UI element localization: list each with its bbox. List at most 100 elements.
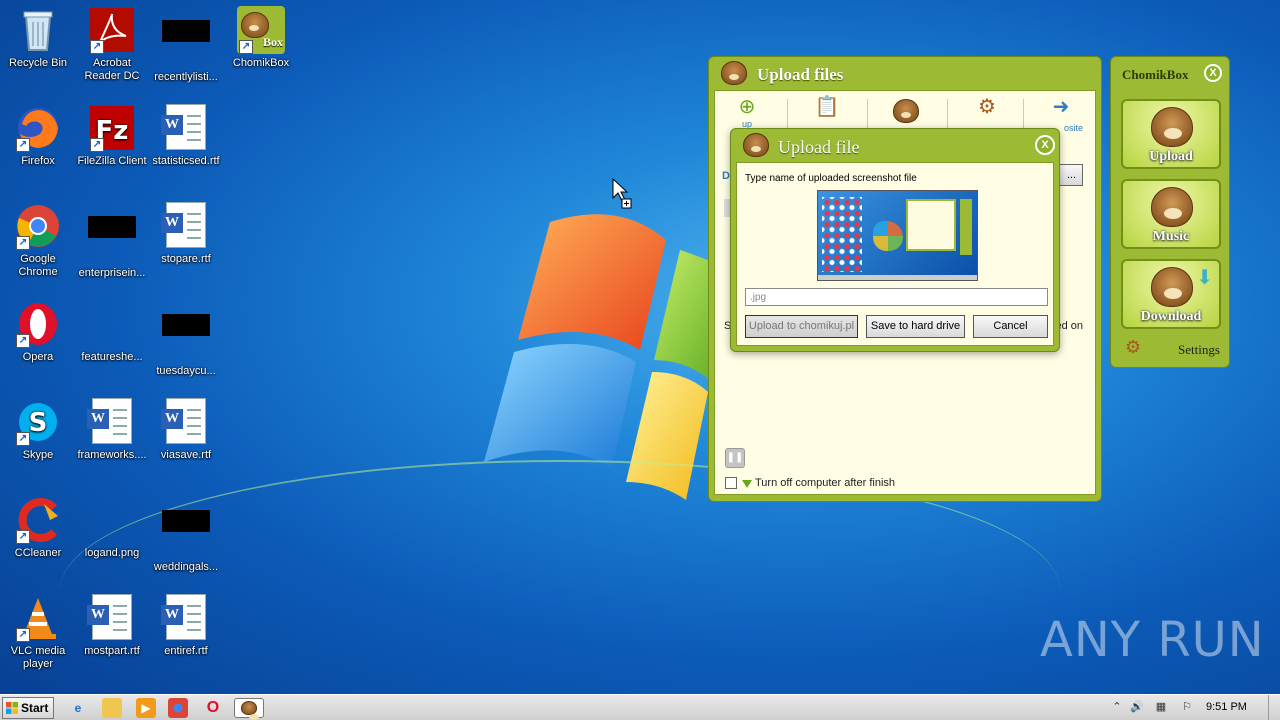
upload-to-chomikuj-button[interactable]: Upload to chomikuj.pl <box>745 315 858 338</box>
opera-icon: ↗ <box>14 300 62 348</box>
desktop-icon-acrobat[interactable]: ↗ Acrobat Reader DC <box>74 6 150 83</box>
desktop-icon-skype[interactable]: S ↗ Skype <box>0 398 76 462</box>
beaver-download-icon <box>1151 267 1193 307</box>
green-triangle-icon <box>742 480 752 488</box>
internet-explorer-icon[interactable]: e <box>68 698 88 718</box>
upload-file-dialog[interactable]: Upload file X Type name of uploaded scre… <box>730 128 1060 352</box>
desktop-icon-firefox[interactable]: ↗ Firefox <box>0 104 76 168</box>
redacted-file-icon <box>162 20 210 68</box>
desktop-icon-tuesdaycu[interactable]: tuesdaycu... <box>148 300 224 378</box>
chomikbox-taskbar-button[interactable] <box>234 698 264 720</box>
desktop-icon-label: ChomikBox <box>232 57 290 69</box>
settings-gears-icon: ⚙ <box>978 96 996 118</box>
desktop-icon-label: Opera <box>22 351 54 363</box>
toolbar-separator <box>1023 99 1024 129</box>
acrobat-icon: ↗ <box>88 6 136 54</box>
desktop-icon-viasave[interactable]: W viasave.rtf <box>148 398 224 462</box>
cancel-button[interactable]: Cancel <box>973 315 1048 338</box>
pause-icon: ❚❚ <box>726 452 744 463</box>
desktop-icon-label: frameworks.... <box>77 449 147 461</box>
skype-icon: S ↗ <box>14 398 62 446</box>
desktop-icon-frameworks[interactable]: W frameworks.... <box>74 398 150 462</box>
upload-button[interactable]: Upload <box>1121 99 1221 169</box>
chrome-icon: ↗ <box>14 202 62 250</box>
volume-icon[interactable]: 🔊 <box>1130 700 1144 714</box>
close-icon[interactable]: X <box>1035 135 1055 155</box>
screenshot-thumbnail <box>817 190 978 281</box>
upload-button-label: Upload <box>1149 149 1193 164</box>
desktop-icon-label: logand.png <box>84 547 140 559</box>
desktop-icon-ccleaner[interactable]: ↗ CCleaner <box>0 496 76 560</box>
desktop-icon-label: mostpart.rtf <box>84 645 140 657</box>
taskbar: Start e ▶ O ⌃ 🔊 ▦ ⚐ 9:51 PM <box>0 694 1280 720</box>
show-desktop-button[interactable] <box>1268 695 1280 720</box>
desktop-icon-mostpart[interactable]: W mostpart.rtf <box>74 594 150 658</box>
ccleaner-icon: ↗ <box>14 496 62 544</box>
shortcut-arrow-icon: ↗ <box>16 530 30 544</box>
desktop-icon-weddingals[interactable]: weddingals... <box>148 496 224 574</box>
desktop-icon-filezilla[interactable]: Fz ↗ FileZilla Client <box>74 104 150 168</box>
blank-file-icon <box>88 300 136 348</box>
desktop-icon-enterprisein[interactable]: enterprisein... <box>74 202 150 280</box>
upload-file-body: Type name of uploaded screenshot file Up… <box>736 162 1054 346</box>
toolbar-label: osite <box>1063 123 1083 133</box>
redacted-file-icon <box>162 510 210 558</box>
chrome-taskbar-icon[interactable] <box>168 698 188 718</box>
start-label: Start <box>21 701 49 715</box>
settings-link[interactable]: Settings <box>1178 342 1220 358</box>
desktop-icon-statisticsed[interactable]: W statisticsed.rtf <box>148 104 224 168</box>
desktop-icon-google-chrome[interactable]: ↗ Google Chrome <box>0 202 76 279</box>
desktop-icon-stopare[interactable]: W stopare.rtf <box>148 202 224 266</box>
redacted-file-icon <box>162 314 210 362</box>
desktop-icon-recentlylisti[interactable]: recentlylisti... <box>148 6 224 84</box>
anyrun-watermark: ANY RUN <box>1040 612 1265 668</box>
desktop-icon-label: Recycle Bin <box>8 57 68 69</box>
word-document-icon: W <box>87 594 136 642</box>
word-document-icon: W <box>161 202 210 250</box>
download-button-label: Download <box>1140 309 1202 324</box>
panel-title: ChomikBox <box>1122 67 1189 82</box>
beaver-icon <box>241 701 259 720</box>
start-button[interactable]: Start <box>2 697 54 719</box>
download-button[interactable]: ⬇ Download <box>1121 259 1221 329</box>
desktop-icon-label: VLC media player <box>10 645 66 670</box>
taskbar-clock[interactable]: 9:51 PM <box>1206 701 1247 713</box>
windows-logo-wallpaper <box>484 214 730 500</box>
desktop-icon-chomikbox[interactable]: Box ↗ ChomikBox <box>223 6 299 70</box>
desktop-icon-opera[interactable]: ↗ Opera <box>0 300 76 364</box>
beaver-headphones-icon <box>1151 187 1193 227</box>
show-hidden-icons-icon[interactable]: ⌃ <box>1110 700 1124 714</box>
close-icon[interactable]: X <box>1204 64 1222 82</box>
music-button[interactable]: Music <box>1121 179 1221 249</box>
music-button-label: Music <box>1152 229 1190 244</box>
media-player-icon[interactable]: ▶ <box>136 698 156 718</box>
download-arrow-icon: ⬇ <box>1196 267 1213 289</box>
windows-flag-icon <box>6 702 18 714</box>
desktop-icon-label: CCleaner <box>14 547 62 559</box>
chomik-icon <box>893 99 919 123</box>
desktop-icon-label: entiref.rtf <box>164 645 208 657</box>
filename-input[interactable] <box>745 288 1048 306</box>
file-explorer-icon[interactable] <box>102 698 122 718</box>
desktop-icon-entiref[interactable]: W entiref.rtf <box>148 594 224 658</box>
shortcut-arrow-icon: ↗ <box>16 432 30 446</box>
vlc-cone-icon: ↗ <box>14 594 62 642</box>
network-icon[interactable]: ▦ <box>1154 700 1168 714</box>
desktop-icon-logand[interactable]: logand.png <box>74 496 150 560</box>
pause-button[interactable]: ❚❚ <box>725 448 745 468</box>
desktop-icon-vlc[interactable]: ↗ VLC media player <box>0 594 76 671</box>
save-to-hard-drive-button[interactable]: Save to hard drive <box>866 315 965 338</box>
desktop-icon-recycle-bin[interactable]: Recycle Bin <box>0 6 76 70</box>
chomikbox-panel[interactable]: ChomikBox X Upload Music ⬇ Download ⚙ Se… <box>1110 56 1230 368</box>
opera-taskbar-icon[interactable]: O <box>203 698 223 718</box>
shutdown-checkbox[interactable] <box>725 477 737 489</box>
partial-text-d: D <box>722 170 730 182</box>
desktop-icon-label: Firefox <box>21 155 55 167</box>
desktop-icon-label: Acrobat Reader DC <box>84 57 140 82</box>
toolbar-separator <box>947 99 948 129</box>
action-center-flag-icon[interactable]: ⚐ <box>1180 700 1194 714</box>
desktop-icon-label: tuesdaycu... <box>156 365 216 377</box>
shortcut-arrow-icon: ↗ <box>16 236 30 250</box>
settings-gears-icon[interactable]: ⚙ <box>1125 337 1141 358</box>
desktop-icon-featureshe[interactable]: featureshe... <box>74 300 150 364</box>
